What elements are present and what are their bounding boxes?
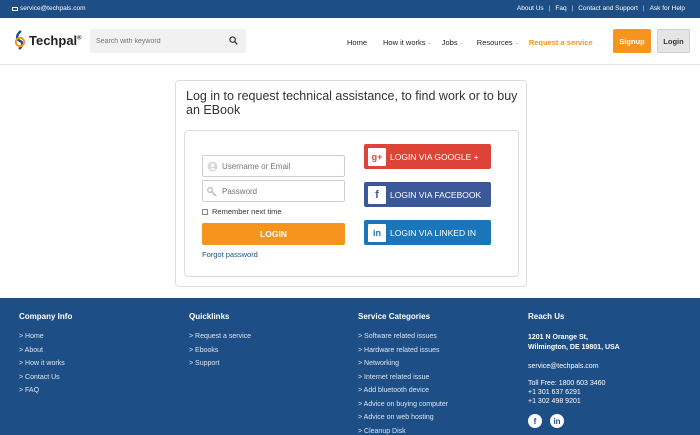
linkedin-icon: in <box>368 223 386 242</box>
footer-link[interactable]: > Support <box>189 360 251 367</box>
footer-link[interactable]: > Contact Us <box>19 374 72 381</box>
address-line: Wilmington, DE 19801, USA <box>528 344 620 351</box>
facebook-label: LOGIN VIA FACEBOOK <box>390 189 482 200</box>
linkedin-icon[interactable]: in <box>550 414 564 428</box>
user-icon <box>207 161 218 172</box>
footer-email[interactable]: service@techpals.com <box>528 363 620 370</box>
footer-link[interactable]: > About <box>19 347 72 354</box>
footer-link[interactable]: > Networking <box>358 360 448 367</box>
google-plus-icon: g+ <box>368 147 386 166</box>
logo-text: Techpal® <box>29 32 82 48</box>
header: Techpal® Home How it works ⌄ Jobs ⌄ Reso… <box>0 18 700 65</box>
nav-resources-label: Resources <box>476 38 513 47</box>
nav-home-label: Home <box>347 38 368 47</box>
topbar-link-faq[interactable]: Faq <box>550 5 571 12</box>
chevron-down-icon: ⌄ <box>427 39 432 46</box>
password-input[interactable] <box>222 185 340 198</box>
search-box <box>90 29 246 53</box>
login-button[interactable]: LOGIN <box>202 223 345 245</box>
username-field[interactable] <box>202 155 345 177</box>
login-card: Log in to request technical assistance, … <box>175 80 527 287</box>
footer-reach-us: Reach Us 1201 N Orange St, Wilmington, D… <box>528 312 620 428</box>
footer-service-categories: Service Categories > Software related is… <box>358 312 448 435</box>
topbar-link-contact[interactable]: Contact and Support <box>573 5 643 12</box>
footer-link[interactable]: > Add bluetooth device <box>358 387 448 394</box>
nav-resources[interactable]: Resources ⌄ <box>477 38 519 47</box>
remember-checkbox[interactable] <box>202 208 208 215</box>
topbar-email-text: service@techpals.com <box>20 5 86 12</box>
header-login-button[interactable]: Login <box>657 29 690 53</box>
nav-how-it-works[interactable]: How it works ⌄ <box>383 38 432 47</box>
footer-link[interactable]: > FAQ <box>19 387 72 394</box>
nav-home[interactable]: Home <box>347 38 367 47</box>
footer-link[interactable]: > Ebooks <box>189 347 251 354</box>
main-nav: Home How it works ⌄ Jobs ⌄ Resources ⌄ R… <box>347 38 593 47</box>
address-line: 1201 N Orange St, <box>528 334 588 341</box>
nav-how-it-works-label: How it works <box>383 38 426 47</box>
login-facebook-button[interactable]: f LOGIN VIA FACEBOOK <box>364 182 491 207</box>
nav-jobs[interactable]: Jobs ⌄ <box>442 38 464 47</box>
top-bar: service@techpals.com About Us | Faq | Co… <box>0 0 700 18</box>
login-title: Log in to request technical assistance, … <box>186 89 518 117</box>
footer-quicklinks: Quicklinks > Request a service > Ebooks … <box>189 312 251 374</box>
google-label: LOGIN VIA GOOGLE + <box>390 151 479 162</box>
footer-heading: Quicklinks <box>189 312 230 321</box>
footer: Company Info > Home > About > How it wor… <box>0 298 700 435</box>
envelope-icon <box>12 6 18 11</box>
logo[interactable]: Techpal® <box>13 30 82 50</box>
nav-request-service-label: Request a service <box>528 38 593 47</box>
remember-me[interactable]: Remember next time <box>202 207 282 216</box>
footer-company-info: Company Info > Home > About > How it wor… <box>19 312 72 401</box>
search-icon[interactable] <box>229 36 238 45</box>
footer-link[interactable]: > Hardware related issues <box>358 347 448 354</box>
login-linkedin-button[interactable]: in LOGIN VIA LINKED IN <box>364 220 491 245</box>
footer-heading: Company Info <box>19 312 73 321</box>
footer-link[interactable]: > Cleanup Disk <box>358 428 448 435</box>
login-google-button[interactable]: g+ LOGIN VIA GOOGLE + <box>364 144 491 169</box>
nav-request-service[interactable]: Request a service <box>529 38 593 47</box>
nav-jobs-label: Jobs <box>441 38 458 47</box>
key-icon <box>207 187 217 197</box>
facebook-icon[interactable]: f <box>528 414 542 428</box>
footer-link[interactable]: > Home <box>19 333 72 340</box>
login-form-panel: Remember next time LOGIN Forgot password… <box>184 130 519 277</box>
footer-heading: Service Categories <box>358 312 431 321</box>
footer-link[interactable]: > Request a service <box>189 333 251 340</box>
footer-link[interactable]: > Advice on buying computer <box>358 401 448 408</box>
chevron-down-icon: ⌄ <box>459 39 464 46</box>
signup-button[interactable]: Signup <box>613 29 651 53</box>
phone-number: +1 301 637 6291 <box>528 389 581 396</box>
phone-number: +1 302 498 9201 <box>528 398 581 405</box>
topbar-links: About Us | Faq | Contact and Support | A… <box>512 5 690 12</box>
topbar-link-about[interactable]: About Us <box>512 5 549 12</box>
remember-label: Remember next time <box>212 207 282 216</box>
techpal-logo-icon <box>14 30 26 50</box>
topbar-email[interactable]: service@techpals.com <box>12 5 85 12</box>
facebook-icon: f <box>368 185 386 204</box>
footer-link[interactable]: > Internet related issue <box>358 374 448 381</box>
address: 1201 N Orange St, Wilmington, DE 19801, … <box>528 333 620 353</box>
username-input[interactable] <box>222 160 340 173</box>
forgot-password-link[interactable]: Forgot password <box>202 250 258 259</box>
footer-social: f in <box>528 414 620 428</box>
linkedin-label: LOGIN VIA LINKED IN <box>390 227 476 238</box>
chevron-down-icon: ⌄ <box>514 39 519 46</box>
footer-link[interactable]: > Software related issues <box>358 333 448 340</box>
topbar-link-help[interactable]: Ask for Help <box>645 5 690 12</box>
password-field[interactable] <box>202 180 345 202</box>
search-input[interactable] <box>96 34 224 48</box>
footer-link[interactable]: > How it works <box>19 360 72 367</box>
toll-free: Toll Free: 1800 603 3460 <box>528 380 606 387</box>
footer-link[interactable]: > Advice on web hosting <box>358 414 448 421</box>
footer-heading: Reach Us <box>528 312 565 321</box>
